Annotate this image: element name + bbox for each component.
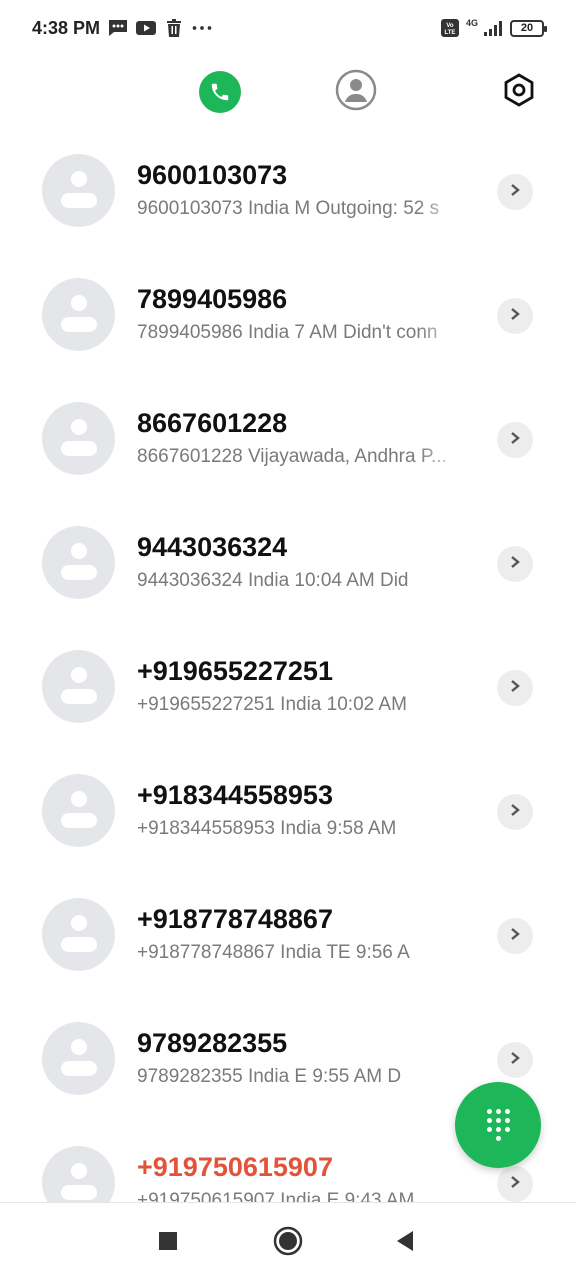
caller-number: 8667601228 [137, 408, 288, 438]
call-detail: 8667601228 Vijayawada, Andhra P... [137, 446, 447, 467]
chevron-right-icon [509, 1175, 521, 1194]
more-icon [192, 18, 212, 38]
call-details-button[interactable] [497, 546, 533, 582]
trash-icon [164, 18, 184, 38]
avatar [42, 1022, 115, 1095]
call-details-button[interactable] [497, 794, 533, 830]
call-log-row[interactable]: 9443036324 9443036324 India 10:04 AM Did [0, 502, 576, 626]
tab-contacts[interactable] [334, 69, 378, 116]
call-log-row[interactable]: 8667601228 8667601228 Vijayawada, Andhra… [0, 378, 576, 502]
call-detail: +919655227251 India 10:02 AM [137, 694, 407, 715]
call-log-row[interactable]: +918778748867 +918778748867 India TE 9:5… [0, 874, 576, 998]
call-detail: +919750615907 India E 9:43 AM [137, 1190, 415, 1202]
top-tabs [0, 69, 576, 116]
call-details-button[interactable] [497, 918, 533, 954]
chevron-right-icon [509, 183, 521, 202]
home-button[interactable] [272, 1226, 304, 1261]
caller-number: +919655227251 [137, 656, 333, 686]
caller-number: +918778748867 [137, 904, 333, 934]
avatar [42, 1146, 115, 1202]
avatar [42, 650, 115, 723]
svg-text:LTE: LTE [445, 30, 456, 36]
call-detail: 9443036324 India 10:04 AM Did [137, 570, 409, 591]
notification-icons [108, 18, 212, 38]
call-detail: +918344558953 India 9:58 AM [137, 818, 397, 839]
call-detail: 9600103073 India M Outgoing: 52 s [137, 198, 440, 219]
chevron-right-icon [509, 927, 521, 946]
chevron-right-icon [509, 431, 521, 450]
avatar [42, 898, 115, 971]
call-details-button[interactable] [497, 174, 533, 210]
call-details-button[interactable] [497, 1042, 533, 1078]
dialpad-button[interactable] [455, 1082, 541, 1168]
call-details-button[interactable] [497, 670, 533, 706]
avatar [42, 402, 115, 475]
back-triangle-icon [395, 1230, 415, 1257]
svg-text:Vo: Vo [446, 23, 454, 29]
dialpad-icon [486, 1109, 510, 1141]
call-details-button[interactable] [497, 298, 533, 334]
volte-icon: Vo LTE [440, 18, 460, 38]
call-log-row[interactable]: +918344558953 +918344558953 India 9:58 A… [0, 750, 576, 874]
call-log-row[interactable]: +919655227251 +919655227251 India 10:02 … [0, 626, 576, 750]
call-detail: 9789282355 India E 9:55 AM D [137, 1066, 402, 1087]
settings-icon [503, 72, 535, 112]
system-nav-bar [0, 1202, 576, 1280]
status-time: 4:38 PM [32, 17, 101, 38]
chevron-right-icon [509, 555, 521, 574]
caller-number: 9443036324 [137, 532, 288, 562]
caller-number: 9600103073 [137, 160, 288, 190]
caller-number: 9789282355 [137, 1028, 288, 1058]
network-type: 4G [465, 18, 478, 28]
recents-button[interactable] [152, 1227, 184, 1259]
caller-number-missed: +919750615907 [137, 1152, 333, 1182]
system-status: Vo LTE 4G 20 [440, 18, 547, 38]
phone-icon [199, 71, 241, 113]
chevron-right-icon [509, 803, 521, 822]
call-log-row[interactable]: 9600103073 9600103073 India M Outgoing: … [0, 130, 576, 254]
square-icon [158, 1231, 178, 1256]
call-details-button[interactable] [497, 422, 533, 458]
avatar [42, 526, 115, 599]
avatar [42, 278, 115, 351]
caller-number: +918344558953 [137, 780, 333, 810]
contacts-icon [335, 69, 377, 116]
avatar [42, 774, 115, 847]
call-log-list[interactable]: 9600103073 9600103073 India M Outgoing: … [0, 130, 576, 1202]
chevron-right-icon [509, 1051, 521, 1070]
message-icon [108, 18, 128, 38]
youtube-icon [136, 18, 157, 38]
status-bar: 4:38 PM Vo LTE 4G 20 [0, 0, 576, 56]
avatar [42, 154, 115, 227]
call-detail: 7899405986 India 7 AM Didn't conn [137, 322, 438, 343]
tab-settings[interactable] [497, 70, 541, 114]
home-circle-icon [273, 1226, 303, 1261]
chevron-right-icon [509, 307, 521, 326]
battery-indicator: 20 [510, 19, 547, 37]
caller-number: 7899405986 [137, 284, 288, 314]
call-log-row[interactable]: 7899405986 7899405986 India 7 AM Didn't … [0, 254, 576, 378]
call-details-button[interactable] [497, 1166, 533, 1202]
signal-icon [484, 18, 504, 38]
call-detail: +918778748867 India TE 9:56 A [137, 942, 410, 963]
back-button[interactable] [389, 1227, 421, 1259]
tab-calls[interactable] [198, 70, 242, 114]
chevron-right-icon [509, 679, 521, 698]
